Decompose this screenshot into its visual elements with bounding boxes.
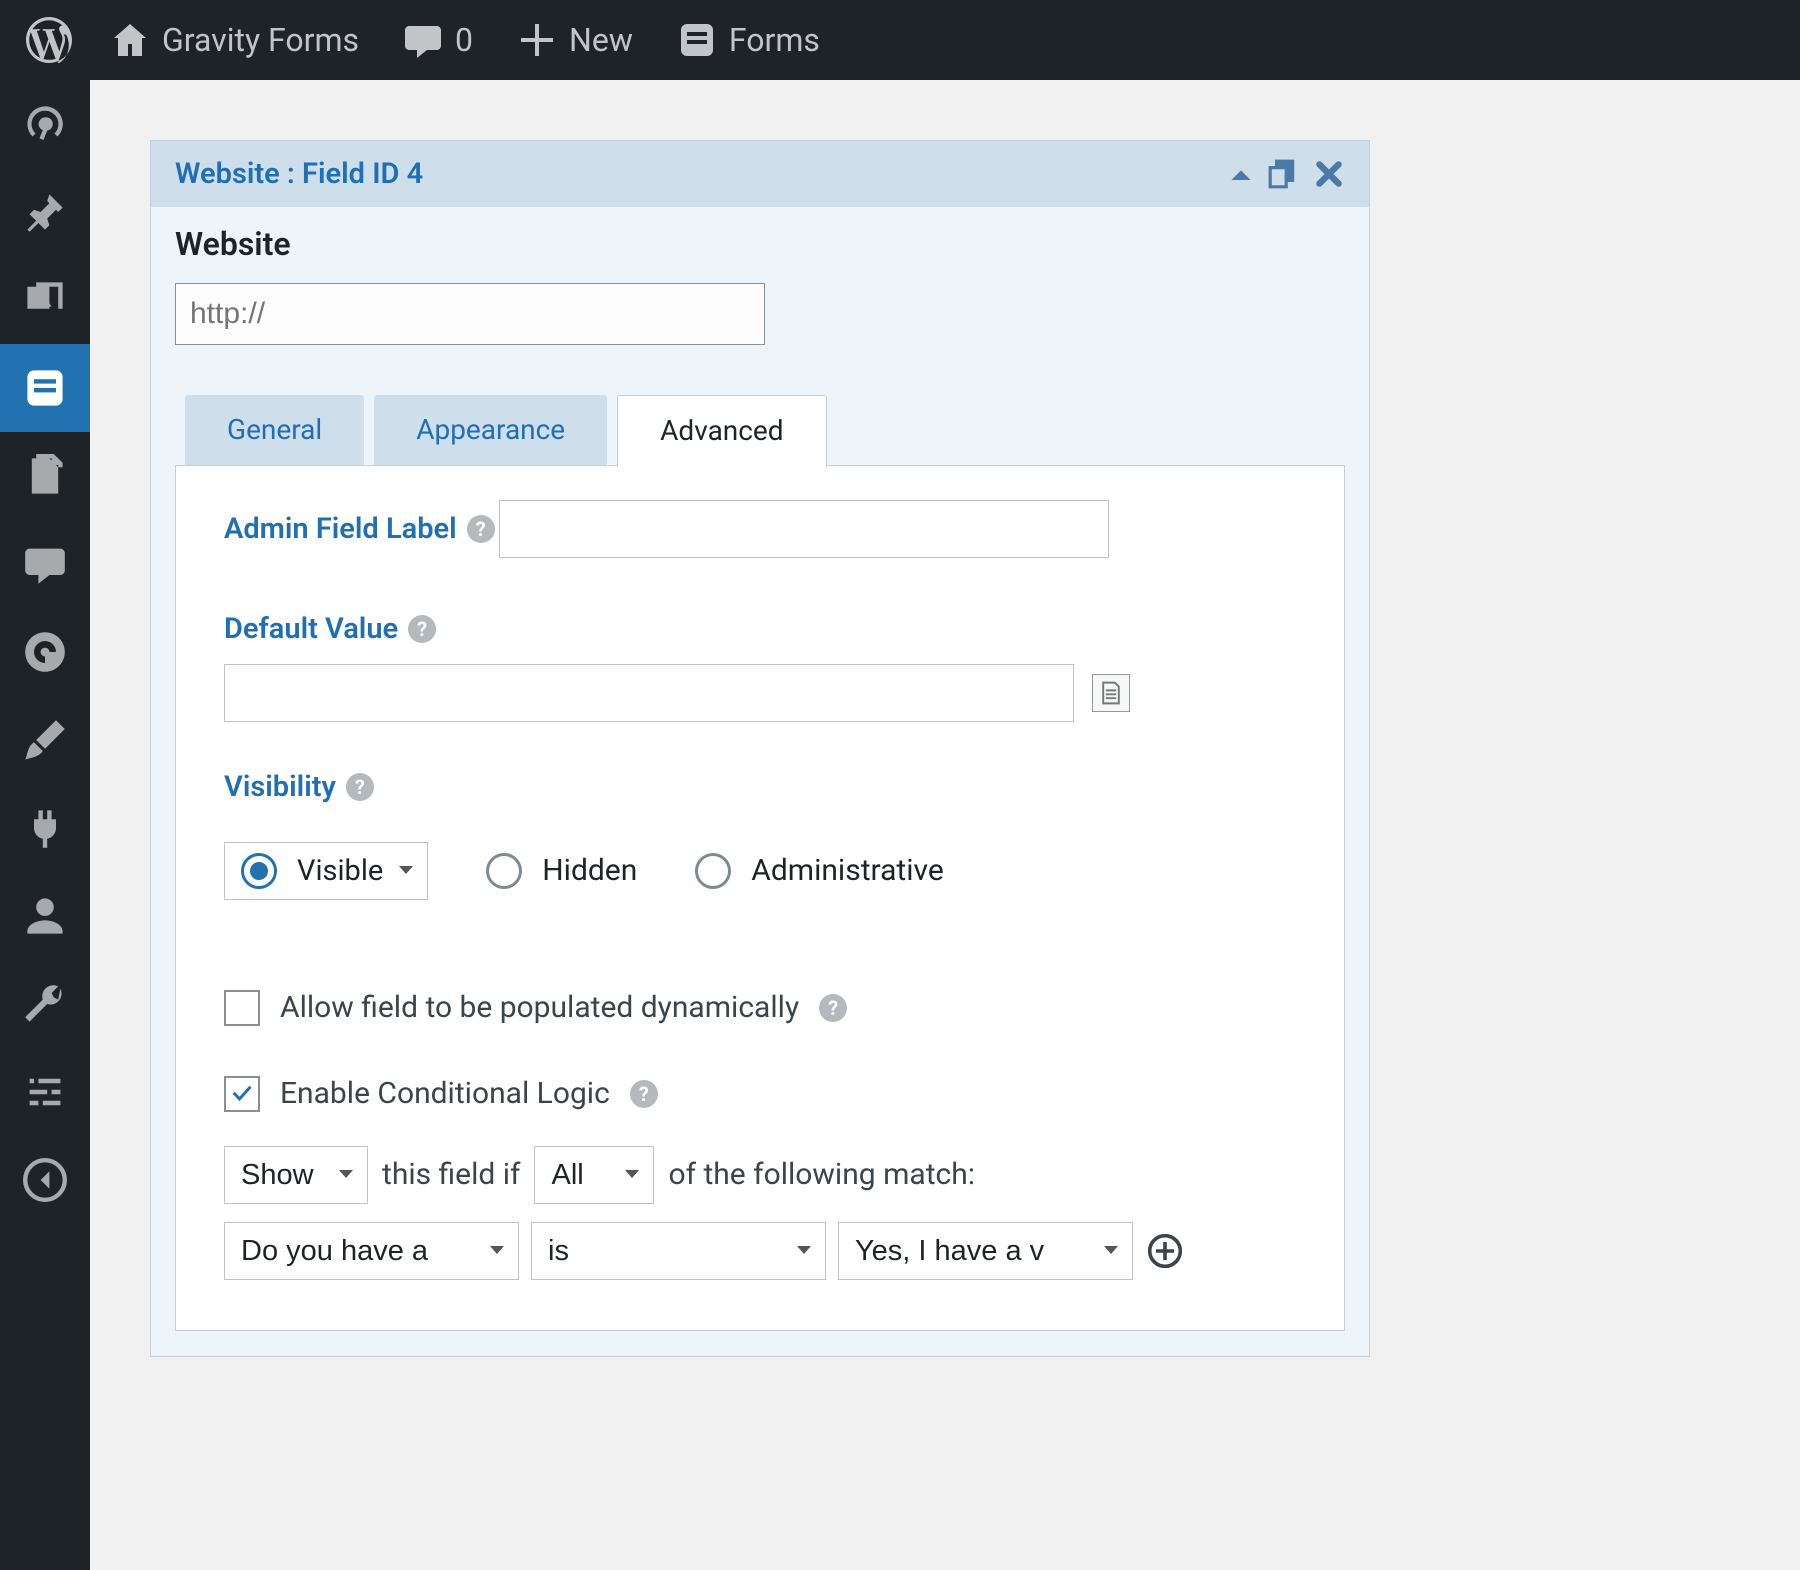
default-value-input[interactable] (224, 664, 1074, 722)
admin-forms[interactable]: Forms (655, 20, 842, 60)
default-value-heading: Default Value (224, 612, 436, 646)
field-settings-panel: Website : Field ID 4 Website General App… (150, 140, 1370, 1357)
allow-dynamic-row: Allow field to be populated dynamically (224, 990, 1296, 1026)
user-icon (23, 894, 67, 938)
menu-tools[interactable] (0, 960, 90, 1048)
menu-settings[interactable] (0, 1048, 90, 1136)
conditional-logic-row: ✓ Enable Conditional Logic (224, 1076, 1296, 1112)
pin-icon (23, 190, 67, 234)
help-icon[interactable] (408, 615, 436, 643)
brush-icon (23, 718, 67, 762)
site-title: Gravity Forms (162, 21, 359, 59)
menu-plugins[interactable] (0, 784, 90, 872)
admin-home[interactable]: Gravity Forms (88, 20, 381, 60)
document-icon (1098, 680, 1124, 706)
tab-advanced[interactable]: Advanced (617, 395, 826, 467)
merge-tag-button[interactable] (1092, 674, 1130, 712)
delete-icon[interactable] (1313, 158, 1345, 190)
plus-icon (517, 20, 557, 60)
panel-header[interactable]: Website : Field ID 4 (151, 141, 1369, 207)
cl-operator-select[interactable]: is (531, 1222, 826, 1280)
settings-tabs: General Appearance Advanced (185, 395, 1345, 466)
forms-label: Forms (729, 21, 820, 59)
visibility-radios: Visible Hidden Administrative (224, 842, 1296, 900)
new-label: New (569, 21, 633, 59)
menu-comments[interactable] (0, 520, 90, 608)
help-icon[interactable] (819, 994, 847, 1022)
menu-dashboard[interactable] (0, 80, 90, 168)
cl-match-select[interactable]: All (534, 1146, 654, 1204)
sliders-icon (23, 1070, 67, 1114)
duplicate-icon[interactable] (1267, 158, 1299, 190)
collapse-icon (23, 1158, 67, 1202)
dashboard-icon (23, 102, 67, 146)
plus-circle-icon (1147, 1233, 1183, 1269)
menu-gravity[interactable] (0, 608, 90, 696)
conditional-sentence: Show this field if All of the following … (224, 1146, 1296, 1204)
conditional-logic-checkbox[interactable]: ✓ (224, 1076, 260, 1112)
help-icon[interactable] (467, 515, 495, 543)
content-area: Website : Field ID 4 Website General App… (90, 80, 1800, 1570)
website-url-input[interactable] (175, 283, 765, 345)
home-icon (110, 20, 150, 60)
admin-bar: Gravity Forms 0 New Forms (0, 0, 1800, 80)
radio-administrative[interactable]: Administrative (695, 842, 944, 900)
menu-users[interactable] (0, 872, 90, 960)
admin-new[interactable]: New (495, 20, 655, 60)
admin-comments[interactable]: 0 (381, 20, 495, 60)
radio-visible[interactable]: Visible (224, 842, 428, 900)
cl-field-select[interactable]: Do you have a (224, 1222, 519, 1280)
conditional-rule: Do you have a is Yes, I have a v (224, 1222, 1296, 1280)
menu-collapse[interactable] (0, 1136, 90, 1224)
menu-media[interactable] (0, 256, 90, 344)
advanced-tab-panel: Admin Field Label Default Value Visibili… (175, 465, 1345, 1331)
tab-appearance[interactable]: Appearance (374, 395, 607, 466)
forms-icon (677, 20, 717, 60)
field-label-text: Website (175, 225, 1345, 263)
add-rule-button[interactable] (1145, 1231, 1185, 1271)
forms-menu-icon (23, 366, 67, 410)
collapse-arrow-icon[interactable] (1229, 165, 1253, 183)
help-icon[interactable] (630, 1080, 658, 1108)
allow-dynamic-checkbox[interactable] (224, 990, 260, 1026)
visibility-heading: Visibility (224, 770, 374, 804)
wordpress-icon (26, 17, 72, 63)
comments-count: 0 (455, 21, 473, 59)
cl-action-select[interactable]: Show (224, 1146, 368, 1204)
tab-general[interactable]: General (185, 395, 364, 466)
panel-title: Website : Field ID 4 (175, 157, 423, 191)
cl-value-select[interactable]: Yes, I have a v (838, 1222, 1133, 1280)
help-icon[interactable] (346, 773, 374, 801)
menu-appearance[interactable] (0, 696, 90, 784)
menu-posts[interactable] (0, 168, 90, 256)
media-icon (23, 278, 67, 322)
admin-sidebar (0, 80, 90, 1570)
admin-field-label-input[interactable] (499, 500, 1109, 558)
pages-icon (23, 454, 67, 498)
admin-field-label-heading: Admin Field Label (224, 512, 495, 546)
plug-icon (23, 806, 67, 850)
gravity-icon (23, 630, 67, 674)
comments-menu-icon (23, 542, 67, 586)
menu-forms[interactable] (0, 344, 90, 432)
radio-hidden[interactable]: Hidden (486, 842, 637, 900)
wrench-icon (23, 982, 67, 1026)
comment-icon (403, 20, 443, 60)
wp-logo[interactable] (14, 17, 88, 63)
menu-pages[interactable] (0, 432, 90, 520)
